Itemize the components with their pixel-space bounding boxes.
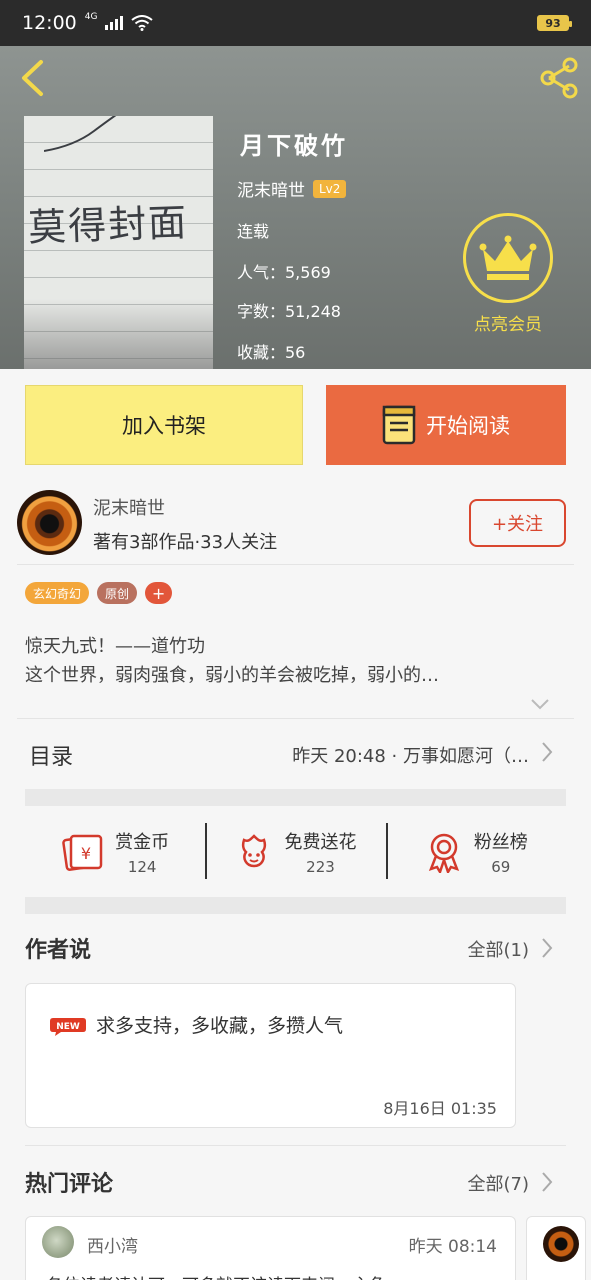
fan-ranking-label: 粉丝榜 xyxy=(473,832,528,853)
follow-button[interactable]: +关注 xyxy=(469,499,566,547)
commenter-name[interactable]: 西小湾 xyxy=(87,1232,138,1257)
cover-scribble xyxy=(44,116,117,152)
tag-genre[interactable]: 玄幻奇幻 xyxy=(25,582,90,604)
tag-original[interactable]: 原创 xyxy=(97,582,138,604)
author-note-text: 求多支持，多收藏，多攒人气 xyxy=(96,1015,344,1037)
wifi-icon xyxy=(131,15,154,31)
book-cover[interactable]: 莫得封面 xyxy=(24,116,213,369)
status-time: 12:00 xyxy=(22,12,77,34)
author-name[interactable]: 泥末暗世 xyxy=(93,494,165,520)
header-author-row[interactable]: 泥末暗世 Lv2 xyxy=(237,176,347,201)
crown-icon xyxy=(479,235,537,280)
synopsis-line-1: 惊天九式！——道竹功 xyxy=(25,636,205,657)
status-bar: 12:00 4G 93 xyxy=(0,0,591,46)
network-type: 4G xyxy=(84,11,98,22)
catalog-row[interactable]: 目录 昨天 20:48 · 万事如愿河（… xyxy=(0,725,591,785)
share-button[interactable] xyxy=(537,56,581,100)
section-band xyxy=(25,897,566,914)
chevron-right-icon[interactable] xyxy=(541,937,553,959)
catalog-title: 目录 xyxy=(29,745,74,770)
add-tag-button[interactable]: + xyxy=(145,582,173,604)
reward-coins-count: 124 xyxy=(127,858,157,876)
book-title: 月下破竹 xyxy=(240,132,348,160)
book-status: 连载 xyxy=(237,222,270,241)
synopsis[interactable]: 惊天九式！——道竹功 这个世界，弱肉强食，弱小的羊会被吃掉，弱小的… xyxy=(25,632,545,690)
author-stats: 著有3部作品·33人关注 xyxy=(93,532,278,553)
add-to-shelf-label: 加入书架 xyxy=(122,414,206,438)
chevron-down-icon xyxy=(531,699,549,710)
reward-coins-button[interactable]: ¥ 赏金币 124 xyxy=(25,807,205,897)
book-favorites: 收藏：56 xyxy=(237,343,306,362)
commenter-avatar[interactable] xyxy=(543,1226,579,1262)
free-flower-button[interactable]: 免费送花 223 xyxy=(205,807,385,897)
chevron-right-icon xyxy=(542,742,553,762)
red-envelope-icon: ¥ xyxy=(62,834,103,871)
divider xyxy=(17,564,574,565)
battery-indicator: 93 xyxy=(537,15,572,31)
comment-time: 昨天 08:14 xyxy=(408,1237,497,1257)
comment-card[interactable]: 西小湾 昨天 08:14 各位读者请认可，可多就不该读下来阅…主角 xyxy=(25,1216,516,1280)
share-icon xyxy=(540,57,578,99)
battery-level: 93 xyxy=(545,16,561,30)
reward-coins-label: 赏金币 xyxy=(115,832,170,853)
chevron-right-icon[interactable] xyxy=(541,1171,553,1193)
fan-ranking-button[interactable]: 粉丝榜 69 xyxy=(385,807,566,897)
synopsis-line-2: 这个世界，弱肉强食，弱小的羊会被吃掉，弱小的… xyxy=(25,665,439,686)
vip-label[interactable]: 点亮会员 xyxy=(464,310,552,335)
start-reading-button[interactable]: 开始阅读 xyxy=(326,385,566,465)
book-header: 莫得封面 月下破竹 泥末暗世 Lv2 连载 人气：5,569 字数：51,248… xyxy=(0,46,591,369)
new-badge-icon: NEW xyxy=(50,1018,86,1036)
back-button[interactable] xyxy=(14,58,50,98)
author-avatar[interactable] xyxy=(17,490,82,555)
back-arrow-icon xyxy=(22,60,43,96)
add-to-shelf-button[interactable]: 加入书架 xyxy=(25,385,303,465)
expand-synopsis-button[interactable] xyxy=(530,695,550,714)
comment-card[interactable] xyxy=(526,1216,586,1280)
cover-handwriting: 莫得封面 xyxy=(27,200,189,250)
divider xyxy=(17,718,574,719)
author-says-more-link[interactable]: 全部(1) xyxy=(468,936,530,962)
new-badge-label: NEW xyxy=(56,1022,80,1032)
latest-chapter: 昨天 20:48 · 万事如愿河（… xyxy=(292,746,529,767)
hot-comments-more-link[interactable]: 全部(7) xyxy=(468,1170,530,1196)
svg-text:¥: ¥ xyxy=(81,844,91,863)
free-flower-label: 免费送花 xyxy=(284,832,357,853)
section-band xyxy=(25,789,566,806)
divider xyxy=(25,1145,566,1146)
tag-list: 玄幻奇幻 原创 + xyxy=(25,582,173,604)
vip-button[interactable] xyxy=(463,213,553,303)
fan-ranking-count: 69 xyxy=(491,858,511,876)
book-word-count: 字数：51,248 xyxy=(237,302,341,321)
flower-icon xyxy=(242,834,267,868)
free-flower-count: 223 xyxy=(306,858,335,876)
author-note-time: 8月16日 01:35 xyxy=(383,1099,497,1118)
author-note-card[interactable]: NEW 求多支持，多收藏，多攒人气 8月16日 01:35 xyxy=(25,983,516,1128)
book-popularity: 人气：5,569 xyxy=(237,263,331,282)
level-badge: Lv2 xyxy=(313,179,347,198)
cover-shadow xyxy=(24,299,213,369)
author-card[interactable]: 泥末暗世 著有3部作品·33人关注 +关注 xyxy=(0,486,591,564)
comment-text: 各位读者请认可，可多就不该读下来阅…主角 xyxy=(46,1271,386,1280)
stats-row: ¥ 赏金币 124 免费送花 223 粉丝榜 69 xyxy=(25,807,566,897)
author-says-title: 作者说 xyxy=(25,938,92,963)
start-reading-label: 开始阅读 xyxy=(426,414,510,438)
commenter-avatar[interactable] xyxy=(42,1226,74,1258)
signal-icon xyxy=(105,16,124,30)
header-author-name[interactable]: 泥末暗世 xyxy=(237,176,305,201)
book-icon xyxy=(382,405,416,445)
hot-comments-title: 热门评论 xyxy=(25,1172,114,1197)
medal-icon xyxy=(428,833,459,873)
